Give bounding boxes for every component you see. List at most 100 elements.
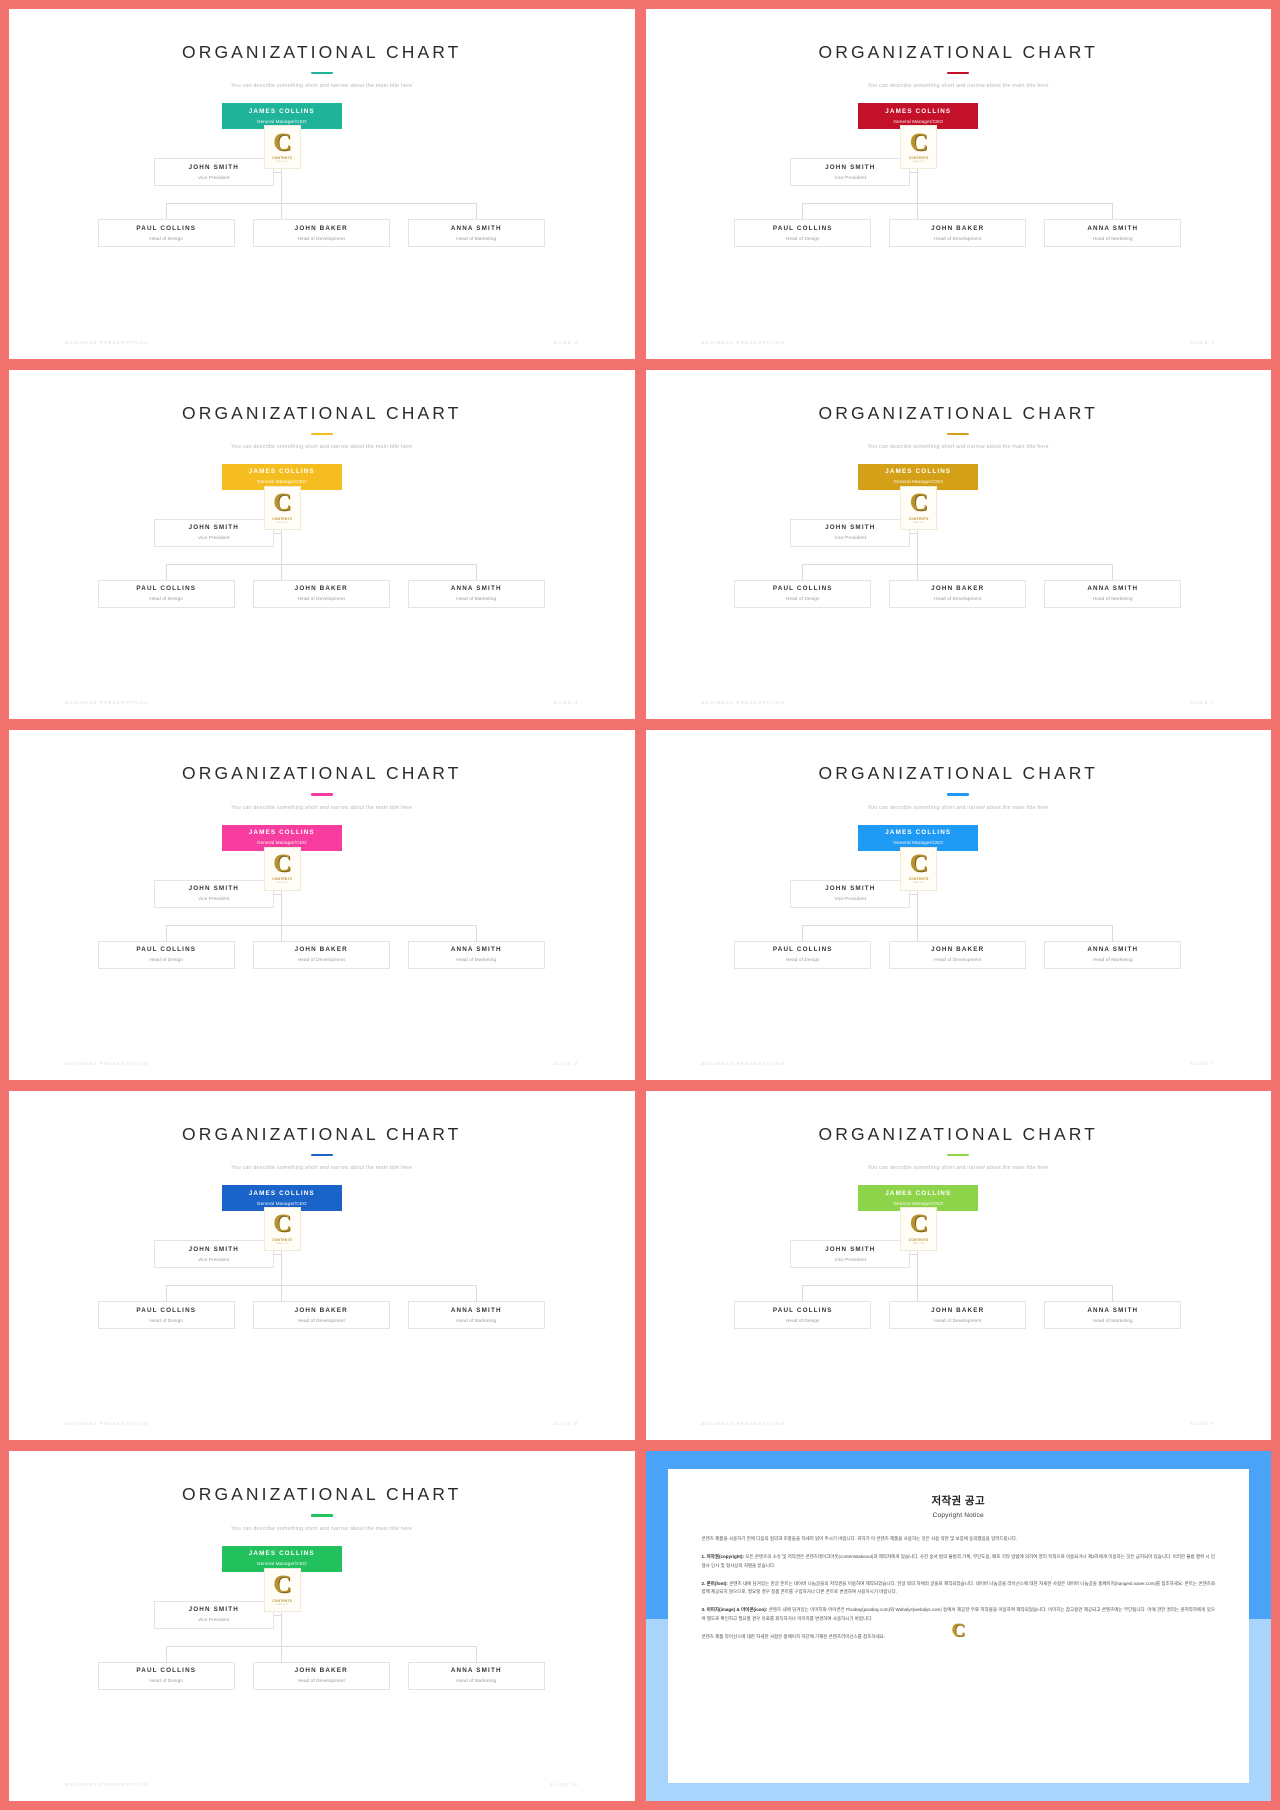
- org-node-level3-2[interactable]: ANNA SMITH Head of Marketing: [407, 1661, 545, 1690]
- org-node-name: JOHN SMITH: [825, 524, 876, 532]
- org-node-level3-1[interactable]: JOHN BAKER Head of Development: [252, 1301, 390, 1330]
- connector-vp-stub: [910, 172, 919, 174]
- org-node-vp[interactable]: JOHN SMITH Vice President: [153, 1600, 274, 1629]
- org-node-name: JAMES COLLINS: [248, 829, 315, 837]
- slide-2[interactable]: ORGANIZATIONAL CHART You can describe so…: [645, 9, 1271, 359]
- watermark-line1: CONTENTS: [272, 877, 293, 882]
- org-node-vp[interactable]: JOHN SMITH Vice President: [790, 1240, 911, 1269]
- org-node-level3-1[interactable]: JOHN BAKER Head of Development: [889, 579, 1027, 608]
- accent-divider: [947, 793, 970, 796]
- org-node-level3-0[interactable]: PAUL COLLINS Head of Design: [734, 940, 872, 969]
- footer-slide-number: SLIDE 3: [1189, 339, 1215, 345]
- org-node-level3-2[interactable]: ANNA SMITH Head of Marketing: [1044, 579, 1182, 608]
- org-node-name: PAUL COLLINS: [136, 585, 197, 593]
- org-node-name: ANNA SMITH: [1087, 224, 1139, 232]
- footer-brand: BUSINESS PRESENTATION: [65, 700, 149, 706]
- org-node-level3-0[interactable]: PAUL COLLINS Head of Design: [97, 940, 235, 969]
- org-node-name: JOHN SMITH: [188, 524, 239, 532]
- connector-drop-left: [165, 563, 167, 580]
- org-chart: JAMES COLLINS General Manager/CEO C CONT…: [97, 824, 546, 975]
- org-node-name: ANNA SMITH: [1087, 1306, 1139, 1314]
- accent-divider: [947, 1153, 970, 1157]
- connector-drop-left: [802, 924, 804, 941]
- watermark-line1: CONTENTS: [272, 1237, 293, 1242]
- slide-1[interactable]: ORGANIZATIONAL CHART You can describe so…: [9, 9, 635, 359]
- org-node-name: JAMES COLLINS: [885, 468, 952, 476]
- org-node-role: Head of Design: [149, 956, 184, 962]
- slide-5[interactable]: ORGANIZATIONAL CHART You can describe so…: [9, 730, 635, 1080]
- footer-brand: BUSINESS PRESENTATION: [701, 339, 786, 345]
- org-node-role: Vice President: [197, 535, 230, 541]
- slide-footer: BUSINESS PRESENTATION SLIDE 8: [9, 1421, 635, 1426]
- org-node-name: PAUL COLLINS: [136, 1306, 197, 1314]
- slide-7[interactable]: ORGANIZATIONAL CHART You can describe so…: [9, 1090, 635, 1441]
- watermark-line2: TAKE OUT: [912, 521, 925, 524]
- footer-slide-number: SLIDE 4: [553, 700, 579, 706]
- connector-vp-stub: [273, 532, 282, 534]
- connector-drop-left: [165, 203, 167, 220]
- org-node-level3-2[interactable]: ANNA SMITH Head of Marketing: [1044, 940, 1182, 969]
- org-node-level3-1[interactable]: JOHN BAKER Head of Development: [252, 940, 390, 969]
- watermark-letter: C: [273, 489, 292, 517]
- connector-horizontal-bus: [802, 563, 1113, 565]
- org-node-level3-0[interactable]: PAUL COLLINS Head of Design: [734, 579, 872, 608]
- org-node-vp[interactable]: JOHN SMITH Vice President: [790, 518, 911, 547]
- org-node-role: General Manager/CEO: [256, 1561, 307, 1567]
- slide-4[interactable]: ORGANIZATIONAL CHART You can describe so…: [645, 369, 1271, 720]
- org-node-level3-0[interactable]: PAUL COLLINS Head of Design: [97, 1661, 235, 1690]
- org-node-role: General Manager/CEO: [256, 479, 307, 485]
- slide-3[interactable]: ORGANIZATIONAL CHART You can describe so…: [9, 369, 635, 720]
- org-node-role: Head of Marketing: [456, 1317, 497, 1323]
- org-node-level3-2[interactable]: ANNA SMITH Head of Marketing: [407, 940, 545, 969]
- org-node-role: Head of Design: [149, 596, 184, 602]
- copyright-p2-label: 2. 폰트(font):: [701, 1580, 728, 1586]
- org-node-level3-1[interactable]: JOHN BAKER Head of Development: [889, 1301, 1027, 1330]
- org-node-name: JOHN SMITH: [188, 1606, 239, 1614]
- org-node-role: Head of Design: [785, 596, 820, 602]
- org-node-level3-0[interactable]: PAUL COLLINS Head of Design: [97, 1301, 235, 1330]
- org-node-name: ANNA SMITH: [450, 1306, 502, 1314]
- org-node-vp[interactable]: JOHN SMITH Vice President: [153, 1240, 274, 1269]
- org-node-level3-2[interactable]: ANNA SMITH Head of Marketing: [407, 219, 545, 248]
- org-node-level3-1[interactable]: JOHN BAKER Head of Development: [889, 940, 1027, 969]
- org-node-level3-0[interactable]: PAUL COLLINS Head of Design: [734, 219, 872, 248]
- org-node-level3-2[interactable]: ANNA SMITH Head of Marketing: [1044, 1301, 1182, 1330]
- watermark-line2: TAKE OUT: [276, 1242, 289, 1245]
- org-chart: JAMES COLLINS General Manager/CEO C CONT…: [97, 103, 546, 253]
- org-node-level3-1[interactable]: JOHN BAKER Head of Development: [252, 219, 390, 248]
- connector-drop-right: [1112, 203, 1114, 220]
- copyright-slide[interactable]: 저작권 공고 Copyright Notice 콘텐츠 제품을 사용하기 전에 …: [645, 1451, 1271, 1801]
- slide-6[interactable]: ORGANIZATIONAL CHART You can describe so…: [645, 730, 1271, 1080]
- org-node-role: General Manager/CEO: [256, 839, 307, 845]
- org-node-role: Vice President: [197, 895, 230, 901]
- connector-drop-left: [802, 203, 804, 220]
- org-node-level3-1[interactable]: JOHN BAKER Head of Development: [889, 219, 1027, 248]
- org-node-level3-2[interactable]: ANNA SMITH Head of Marketing: [1044, 219, 1182, 248]
- connector-horizontal-bus: [165, 1645, 476, 1647]
- contents-takeout-watermark-icon: C CONTENTS TAKE OUT: [263, 1207, 301, 1252]
- org-node-vp[interactable]: JOHN SMITH Vice President: [153, 158, 274, 187]
- org-node-vp[interactable]: JOHN SMITH Vice President: [790, 879, 911, 908]
- org-node-name: JOHN SMITH: [188, 885, 239, 893]
- watermark-line2: TAKE OUT: [276, 161, 289, 164]
- org-node-level3-1[interactable]: JOHN BAKER Head of Development: [252, 579, 390, 608]
- slide-9[interactable]: ORGANIZATIONAL CHART You can describe so…: [9, 1451, 635, 1801]
- page-subtitle: You can describe something short and nar…: [867, 83, 1049, 90]
- watermark-line2: TAKE OUT: [912, 882, 925, 885]
- page-title: ORGANIZATIONAL CHART: [818, 42, 1098, 62]
- org-node-level3-2[interactable]: ANNA SMITH Head of Marketing: [407, 1301, 545, 1330]
- org-node-level3-2[interactable]: ANNA SMITH Head of Marketing: [407, 579, 545, 608]
- org-node-vp[interactable]: JOHN SMITH Vice President: [153, 879, 274, 908]
- org-node-level3-0[interactable]: PAUL COLLINS Head of Design: [97, 219, 235, 248]
- slide-8[interactable]: ORGANIZATIONAL CHART You can describe so…: [645, 1090, 1271, 1441]
- org-node-role: Vice President: [197, 174, 230, 180]
- org-node-level3-0[interactable]: PAUL COLLINS Head of Design: [97, 579, 235, 608]
- watermark-letter: C: [273, 1210, 292, 1238]
- org-node-vp[interactable]: JOHN SMITH Vice President: [153, 518, 274, 547]
- watermark-letter: C: [909, 1210, 928, 1238]
- footer-brand: BUSINESS PRESENTATION: [701, 700, 786, 706]
- org-node-vp[interactable]: JOHN SMITH Vice President: [790, 158, 911, 187]
- org-node-level3-0[interactable]: PAUL COLLINS Head of Design: [734, 1301, 872, 1330]
- org-node-level3-1[interactable]: JOHN BAKER Head of Development: [252, 1661, 390, 1690]
- page-title: ORGANIZATIONAL CHART: [182, 1123, 462, 1144]
